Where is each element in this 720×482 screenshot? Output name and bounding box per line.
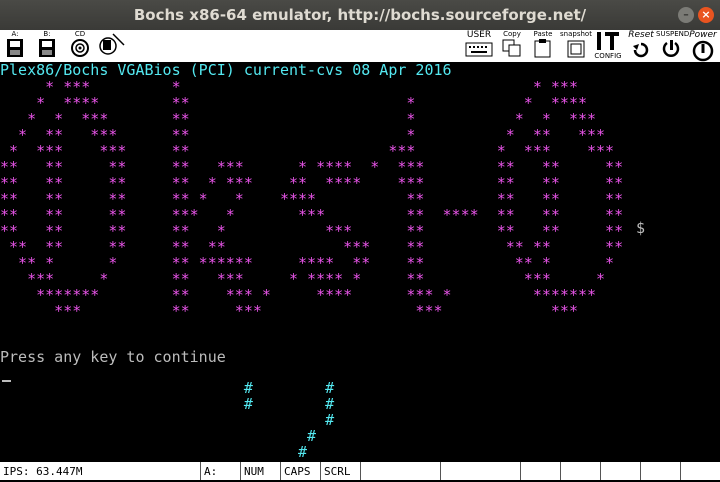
paste-label: Paste [533,30,553,38]
close-icon[interactable]: × [698,7,714,23]
scroll-lock-indicator: SCRL [320,462,360,480]
boot-button[interactable] [96,30,126,62]
user-button[interactable]: USER [464,30,494,62]
floppy-b-button[interactable]: B: [36,30,58,62]
snapshot-label: snapshot [560,30,592,38]
copy-label: Copy [503,30,521,38]
title-bar[interactable]: Bochs x86-64 emulator, http://bochs.sour… [0,0,720,30]
drive-indicator: A: [200,462,240,480]
status-cell-1 [360,462,440,480]
num-lock-indicator: NUM [240,462,280,480]
power-icon [692,40,714,62]
status-cell-3 [520,462,560,480]
suspend-label: SUSPEND [656,30,690,38]
floppy-a-label: A: [11,30,19,38]
copy-button[interactable]: Copy [500,30,524,62]
caps-lock-indicator: CAPS [280,462,320,480]
status-cell-6 [640,462,680,480]
config-icon [597,32,619,50]
user-label: USER [466,30,492,40]
config-label: CONFIG [594,52,622,60]
window-title: Bochs x86-64 emulator, http://bochs.sour… [133,6,587,24]
keyboard-icon [465,42,493,57]
bios-version-line: Plex86/Bochs VGABios (PCI) current-cvs 0… [0,61,452,79]
paste-button[interactable]: Paste [530,30,556,62]
power-button[interactable]: Power [688,30,718,62]
copy-icon [502,39,521,57]
status-bar: IPS: 63.447M A: NUM CAPS SCRL [0,462,720,480]
power-label: Power [689,30,717,40]
suspend-button[interactable]: SUSPEND [656,30,690,62]
side-glyph: $ [636,219,646,237]
bochs-ascii-logo: * *** * * *** * **** ** * * **** * * ***… [0,78,624,320]
floppy-a-button[interactable]: A: [4,30,26,62]
status-cell-7 [680,462,720,480]
toolbar: A: B: CD USER Copy Paste snapshot CONFIG… [0,30,720,62]
cdrom-icon [71,39,89,57]
floppy-a-icon [7,39,23,57]
paste-icon [534,39,551,58]
reset-button[interactable]: Reset [626,30,656,62]
floppy-b-icon [39,39,55,57]
config-button[interactable]: CONFIG [594,30,622,62]
status-cell-2 [440,462,520,480]
minimize-icon[interactable]: – [678,7,694,23]
cdrom-label: CD [74,30,86,38]
emulator-screen[interactable]: Plex86/Bochs VGABios (PCI) current-cvs 0… [0,61,720,476]
snapshot-button[interactable]: snapshot [558,30,594,62]
status-cell-4 [560,462,600,480]
floppy-b-label: B: [43,30,51,38]
suspend-icon [662,40,680,57]
cdrom-button[interactable]: CD [68,30,92,62]
snapshot-icon [567,40,585,58]
reset-label: Reset [628,30,654,40]
status-cell-5 [600,462,640,480]
press-key-prompt: Press any key to continue [0,348,226,366]
ips-readout: IPS: 63.447M [3,465,83,478]
boot-icon [99,33,125,55]
reset-icon [633,42,649,58]
